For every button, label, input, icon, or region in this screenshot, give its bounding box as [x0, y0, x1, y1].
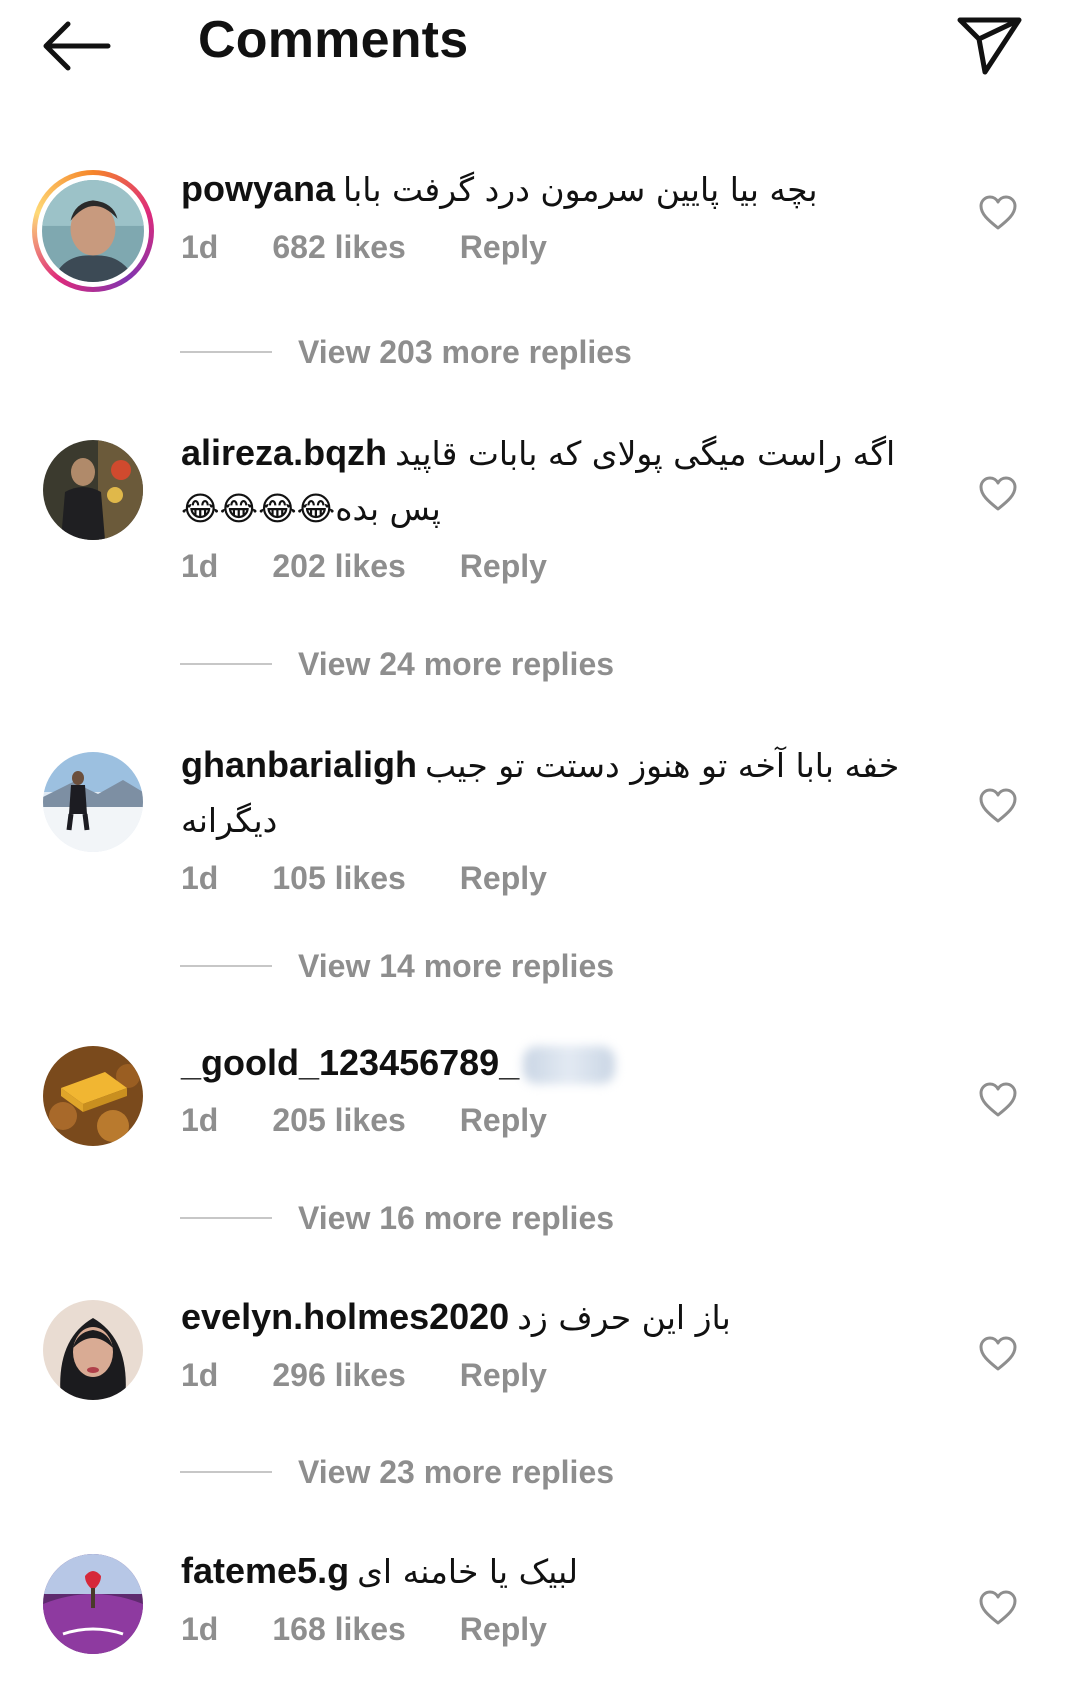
back-button[interactable] [38, 16, 114, 76]
comment-content: ghanbarialigh خفه بابا آخه تو هنوز دستت ت… [181, 738, 951, 848]
heart-outline-icon[interactable] [978, 788, 1018, 824]
replies-divider [180, 351, 272, 353]
comment-content: alireza.bqzh اگه راست میگی پولای که بابات… [181, 426, 951, 536]
reply-button[interactable]: Reply [460, 229, 547, 266]
view-replies-label: View 23 more replies [298, 1453, 615, 1490]
comment-text: باز این حرف زد [517, 1298, 731, 1337]
comment-time: 1d [181, 228, 219, 265]
replies-divider [180, 965, 272, 967]
comment-username[interactable]: fateme5.g [181, 1550, 349, 1591]
comment-username[interactable]: evelyn.holmes2020 [181, 1296, 509, 1337]
avatar[interactable] [43, 1300, 143, 1400]
view-replies-label: View 16 more replies [298, 1199, 615, 1236]
comment-time: 1d [181, 1610, 219, 1647]
comment-likes[interactable]: 205 likes [272, 1102, 405, 1139]
comment-username[interactable]: alireza.bqzh [181, 432, 387, 473]
view-replies-button[interactable]: View 23 more replies [180, 1450, 614, 1494]
reply-button[interactable]: Reply [460, 860, 547, 897]
view-replies-label: View 14 more replies [298, 947, 615, 984]
comment-content: evelyn.holmes2020 باز این حرف زد [181, 1290, 951, 1345]
comment-meta: 1d 105 likes Reply [181, 854, 951, 902]
comment-likes[interactable]: 168 likes [272, 1611, 405, 1648]
view-replies-button[interactable]: View 14 more replies [180, 944, 614, 988]
comment-meta: 1d 682 likes Reply [181, 223, 951, 271]
comment-content: powyana بچه بیا پایین سرمون درد گرفت بابا [181, 162, 951, 217]
view-replies-button[interactable]: View 203 more replies [180, 330, 632, 374]
avatar [42, 180, 144, 282]
comment-time: 1d [181, 1101, 219, 1138]
replies-divider [180, 1217, 272, 1219]
comment-time: 1d [181, 547, 219, 584]
heart-outline-icon[interactable] [978, 195, 1018, 231]
page-title: Comments [198, 11, 469, 69]
comment-likes[interactable]: 105 likes [272, 860, 405, 897]
view-replies-button[interactable]: View 16 more replies [180, 1196, 614, 1240]
comment-content: fateme5.g لبیک یا خامنه ای [181, 1544, 951, 1599]
avatar-story-ring[interactable] [32, 170, 154, 292]
replies-divider [180, 1471, 272, 1473]
comment-text: بچه بیا پایین سرمون درد گرفت بابا [343, 170, 818, 209]
comment-likes[interactable]: 682 likes [272, 229, 405, 266]
reply-button[interactable]: Reply [460, 1611, 547, 1648]
reply-button[interactable]: Reply [460, 548, 547, 585]
arrow-left-icon [43, 21, 111, 71]
blurred-text [523, 1046, 616, 1085]
comment-content: _goold_123456789_ [181, 1036, 951, 1090]
view-replies-label: View 24 more replies [298, 645, 615, 682]
heart-outline-icon[interactable] [978, 1336, 1018, 1372]
comment-meta: 1d 205 likes Reply [181, 1096, 951, 1144]
comment-meta: 1d 296 likes Reply [181, 1351, 951, 1399]
comment-time: 1d [181, 1356, 219, 1393]
replies-divider [180, 663, 272, 665]
avatar[interactable] [43, 752, 143, 852]
view-replies-button[interactable]: View 24 more replies [180, 642, 614, 686]
comment-time: 1d [181, 859, 219, 896]
avatar[interactable] [43, 440, 143, 540]
view-replies-label: View 203 more replies [298, 333, 632, 370]
comment-meta: 1d 168 likes Reply [181, 1605, 951, 1653]
reply-button[interactable]: Reply [460, 1357, 547, 1394]
avatar[interactable] [43, 1046, 143, 1146]
comment-username[interactable]: powyana [181, 168, 335, 209]
paper-plane-icon [957, 17, 1022, 75]
comment-likes[interactable]: 202 likes [272, 548, 405, 585]
header-bar: Comments [0, 0, 1076, 96]
avatar[interactable] [43, 1554, 143, 1654]
comment-text: لبیک یا خامنه ای [357, 1552, 579, 1591]
heart-outline-icon[interactable] [978, 1590, 1018, 1626]
comment-username[interactable]: _goold_123456789_ [181, 1042, 519, 1083]
heart-outline-icon[interactable] [978, 1082, 1018, 1118]
heart-outline-icon[interactable] [978, 476, 1018, 512]
comment-username[interactable]: ghanbarialigh [181, 744, 417, 785]
comment-likes[interactable]: 296 likes [272, 1357, 405, 1394]
comment-meta: 1d 202 likes Reply [181, 542, 951, 590]
share-button[interactable] [955, 12, 1025, 78]
reply-button[interactable]: Reply [460, 1102, 547, 1139]
